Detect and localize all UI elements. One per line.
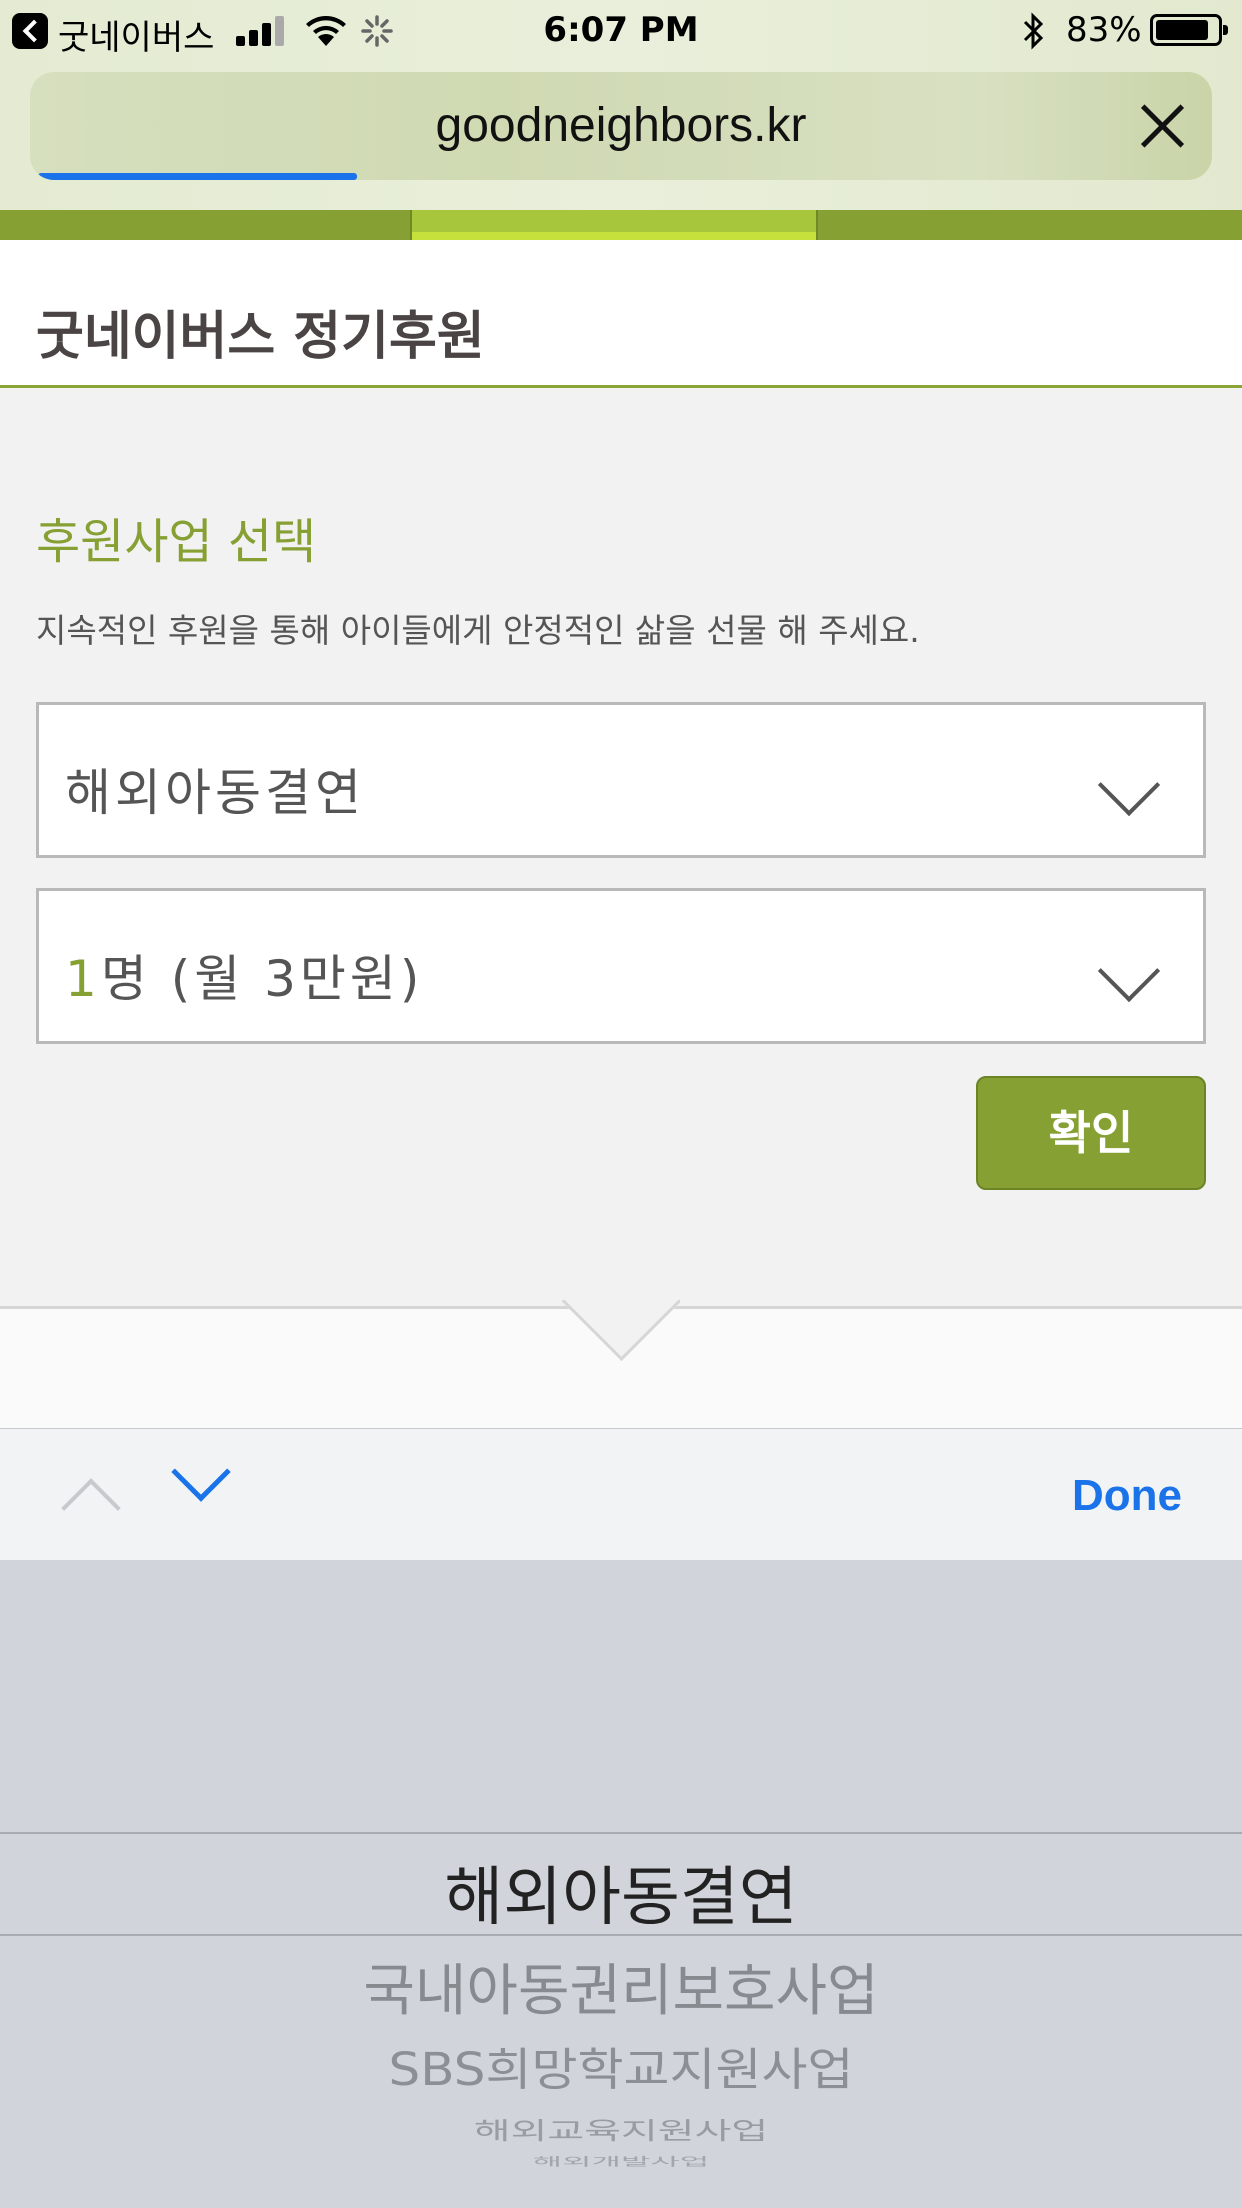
amount-select[interactable]: 1명 (월 3만원): [36, 888, 1206, 1044]
section-title: 후원사업 선택: [36, 514, 317, 570]
chevron-down-icon: [1097, 939, 1161, 1003]
amount-rest: 명 (월 3만원): [100, 950, 424, 1008]
picker-option[interactable]: SBS희망학교지원사업: [0, 2034, 1242, 2099]
done-button[interactable]: Done: [1072, 1471, 1182, 1521]
battery-icon: [1150, 14, 1228, 46]
program-select[interactable]: 해외아동결연: [36, 702, 1206, 858]
picker-option[interactable]: 해외교육지원사업: [0, 2112, 1242, 2147]
section-description: 지속적인 후원을 통해 아이들에게 안정적인 삶을 선물 해 주세요.: [36, 611, 920, 650]
browser-chrome: 굿네이버스 6:07 PM 83% goodneighbors.kr: [0, 0, 1242, 210]
picker-wheel[interactable]: 해외아동결연 국내아동권리보호사업 SBS희망학교지원사업 해외교육지원사업 해…: [0, 1560, 1242, 2208]
amount-count: 1: [65, 950, 101, 1008]
battery-percentage: 83%: [1066, 10, 1142, 50]
site-nav-active-tab[interactable]: [410, 210, 818, 240]
status-time: 6:07 PM: [543, 10, 699, 50]
picker-option[interactable]: 해외개발사업: [0, 2153, 1242, 2169]
picker-option-selected[interactable]: 해외아동결연: [0, 1846, 1242, 1938]
site-nav-bar: [0, 210, 1242, 240]
confirm-button[interactable]: 확인: [976, 1076, 1206, 1190]
panel-notch: [562, 1300, 680, 1362]
page-title: 굿네이버스 정기후원: [36, 307, 485, 367]
url-text[interactable]: goodneighbors.kr: [30, 98, 1212, 153]
page-header: 굿네이버스 정기후원: [0, 240, 1242, 388]
amount-select-value: 1명 (월 3만원): [65, 939, 423, 1011]
keyboard-accessory-bar: Done: [0, 1428, 1242, 1560]
page-load-progress: [38, 173, 358, 180]
next-field-icon[interactable]: [171, 1442, 231, 1502]
previous-field-icon[interactable]: [61, 1478, 121, 1538]
url-bar[interactable]: goodneighbors.kr: [30, 72, 1212, 180]
chevron-down-icon: [1097, 753, 1161, 817]
program-select-value: 해외아동결연: [65, 764, 365, 822]
status-bar: 굿네이버스 6:07 PM 83%: [0, 0, 1242, 62]
picker-option[interactable]: 국내아동권리보호사업: [0, 1946, 1242, 2027]
bluetooth-icon: [1023, 12, 1044, 50]
close-icon[interactable]: [1138, 102, 1186, 150]
